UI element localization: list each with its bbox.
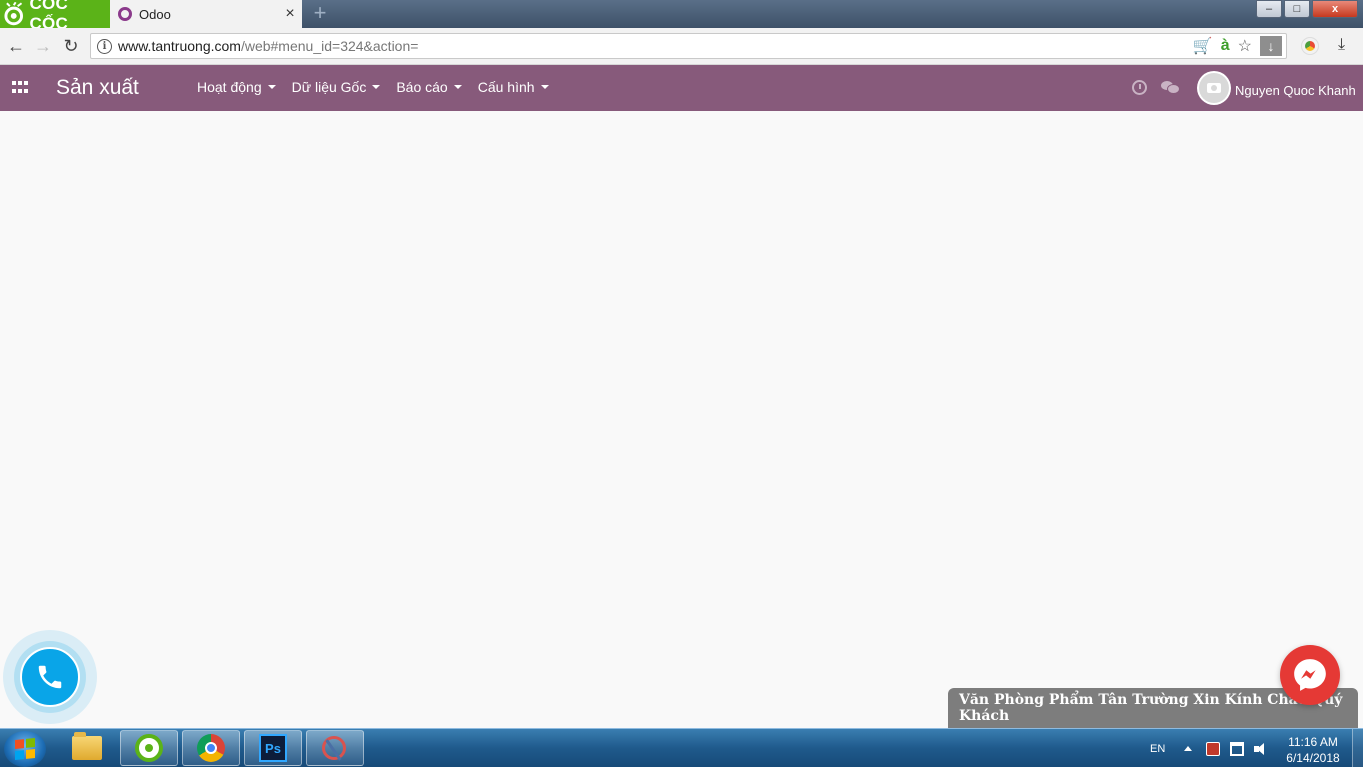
language-indicator[interactable]: EN — [1150, 743, 1184, 755]
tab-close-icon[interactable]: × — [278, 5, 302, 23]
site-info-icon[interactable]: i — [97, 38, 112, 54]
volume-icon[interactable] — [1254, 742, 1268, 756]
call-widget-button — [20, 647, 80, 707]
messaging-chat-icon[interactable] — [1161, 80, 1180, 94]
clock-date: 6/14/2018 — [1286, 751, 1340, 765]
windows-taskbar: Ps EN 11:16 AM 6/14/2018 — [0, 728, 1363, 767]
user-menu-name[interactable]: Nguyen Quoc Khanh — [1235, 83, 1356, 98]
taskbar-coccoc[interactable] — [120, 730, 178, 766]
call-widget-ring — [14, 641, 86, 713]
media-download-icon[interactable]: ↓ — [1260, 36, 1282, 56]
taskbar-photoshop[interactable]: Ps — [244, 730, 302, 766]
reload-icon[interactable]: ↻ — [60, 35, 82, 57]
taskbar-chrome[interactable] — [182, 730, 240, 766]
chrome-icon — [197, 734, 225, 762]
caret-down-icon — [267, 85, 276, 89]
browser-toolbar: ← → ↻ i www.tantruong.com/web#menu_id=32… — [0, 28, 1363, 65]
user-avatar[interactable] — [1197, 71, 1231, 105]
new-tab-button[interactable]: + — [308, 2, 332, 25]
url-text[interactable]: www.tantruong.com/web#menu_id=324&action… — [118, 38, 418, 54]
menu-du-lieu-goc[interactable]: Dữ liệu Gốc — [292, 79, 381, 95]
app-switcher-grid-icon[interactable] — [12, 81, 28, 95]
caret-down-icon — [372, 85, 381, 89]
taskbar-explorer[interactable] — [58, 730, 116, 766]
app-title: Sản xuất — [56, 76, 139, 99]
network-icon[interactable] — [1230, 741, 1244, 756]
address-bar[interactable]: i www.tantruong.com/web#menu_id=324&acti… — [90, 33, 1287, 59]
taskbar-snipping-tool[interactable] — [306, 730, 364, 766]
menu-label: Cấu hình — [477, 79, 535, 95]
system-tray: EN — [1150, 729, 1278, 767]
bookmark-star-icon[interactable]: ☆ — [1238, 36, 1252, 56]
menu-label: Hoạt động — [197, 79, 262, 95]
window-controls: – □ x — [1256, 0, 1358, 18]
coccoc-logo-icon — [4, 2, 24, 26]
photoshop-icon: Ps — [259, 734, 287, 762]
extension-icon[interactable] — [1301, 37, 1319, 55]
activity-clock-icon[interactable] — [1132, 80, 1147, 95]
windows-logo-icon — [15, 737, 35, 761]
back-arrow-icon[interactable]: ← — [5, 35, 27, 57]
browser-tab-odoo[interactable]: Odoo × — [110, 0, 302, 28]
menu-cau-hinh[interactable]: Cấu hình — [478, 79, 549, 95]
menu-label: Dữ liệu Gốc — [291, 79, 367, 95]
odoo-favicon-icon — [118, 7, 132, 21]
main-content-area — [0, 111, 1363, 728]
main-menu: Hoạt động Dữ liệu Gốc Báo cáo Cấu hình — [197, 79, 565, 95]
systray — [1132, 80, 1180, 95]
maximize-button[interactable]: □ — [1284, 0, 1310, 18]
tab-title: Odoo — [139, 6, 171, 22]
coccoc-brand-button[interactable]: CỐC CỐC — [0, 0, 110, 33]
address-bar-actions: 🛒 à ☆ ↓ — [1193, 36, 1282, 56]
start-button[interactable] — [4, 731, 46, 767]
forward-arrow-icon[interactable]: → — [32, 35, 54, 57]
phone-icon — [38, 665, 62, 689]
minimize-button[interactable]: – — [1256, 0, 1282, 18]
menu-bao-cao[interactable]: Báo cáo — [396, 79, 462, 95]
messenger-chat-button[interactable] — [1280, 645, 1340, 705]
snipping-tool-icon — [320, 734, 350, 762]
messenger-icon — [1294, 659, 1326, 691]
shopping-cart-icon[interactable]: 🛒 — [1193, 36, 1213, 56]
folder-icon — [72, 732, 102, 760]
coccoc-icon — [135, 734, 163, 762]
close-window-button[interactable]: x — [1312, 0, 1358, 18]
menu-label: Báo cáo — [396, 79, 448, 95]
avatar-placeholder — [1199, 73, 1229, 103]
antivirus-icon[interactable] — [1206, 741, 1220, 756]
translate-icon[interactable]: à — [1221, 37, 1230, 55]
downloads-icon[interactable]: ⤓ — [1338, 36, 1345, 54]
caret-down-icon — [540, 85, 549, 89]
camera-icon — [1207, 83, 1221, 93]
menu-hoat-dong[interactable]: Hoạt động — [197, 79, 276, 95]
clock-time: 11:16 AM — [1288, 735, 1338, 749]
odoo-main-navbar: Sản xuất Hoạt động Dữ liệu Gốc Báo cáo C… — [0, 65, 1363, 111]
show-hidden-icons-icon[interactable] — [1184, 746, 1192, 751]
caret-down-icon — [453, 85, 462, 89]
show-desktop-button[interactable] — [1352, 729, 1363, 767]
browser-tabstrip: CỐC CỐC Odoo × + – □ x — [0, 0, 1363, 33]
taskbar-clock[interactable]: 11:16 AM 6/14/2018 — [1280, 734, 1346, 766]
call-widget[interactable] — [3, 630, 97, 724]
